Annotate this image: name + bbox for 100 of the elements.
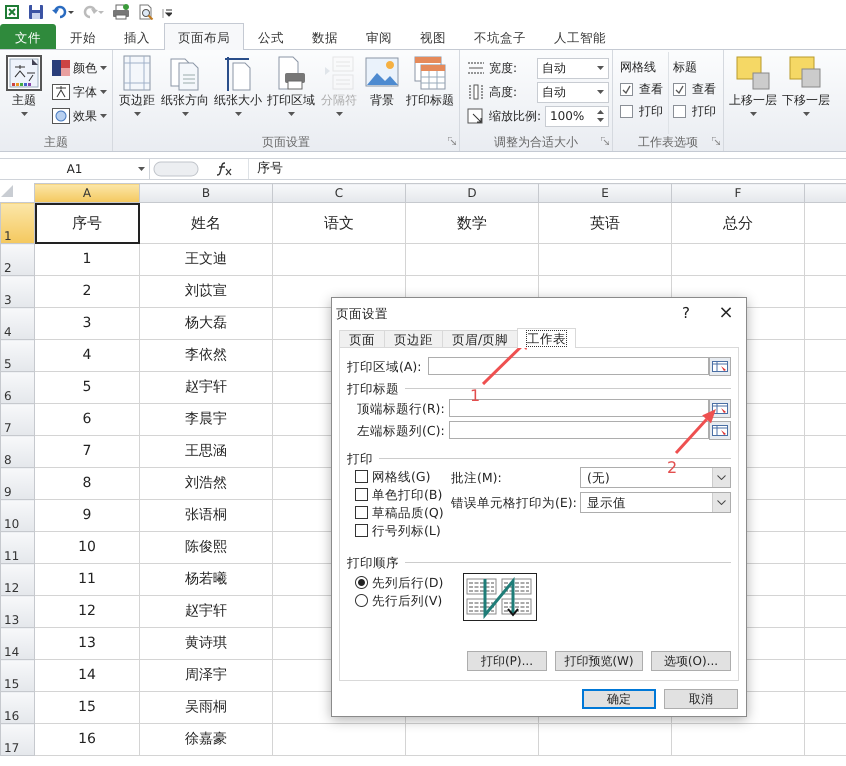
checkbox[interactable] [355, 506, 368, 518]
caret-icon[interactable] [100, 90, 107, 94]
ribbon-button[interactable]: 背景 [361, 52, 403, 134]
column-header[interactable]: A [34, 184, 140, 202]
column-header[interactable]: F [672, 184, 804, 202]
caret-icon[interactable] [802, 112, 810, 116]
row-header[interactable]: 1 [0, 202, 34, 244]
ribbon-button[interactable]: 页边距 [116, 52, 158, 134]
spinner-field[interactable]: 100% [545, 106, 610, 126]
caret-icon[interactable] [750, 112, 756, 116]
row-header[interactable]: 15 [0, 660, 34, 692]
dialog-tab[interactable]: 页边距 [384, 330, 443, 348]
ribbon-button[interactable]: 下移一层 [780, 52, 832, 134]
ribbon-tab[interactable]: 文件 [0, 24, 56, 49]
column-header[interactable]: D [406, 184, 538, 202]
input-field[interactable] [428, 357, 709, 375]
ribbon-tab[interactable]: 插入 [110, 24, 164, 49]
dropdown-field[interactable]: 显示值 [580, 492, 731, 513]
caret-icon[interactable] [100, 66, 107, 70]
row-header[interactable]: 5 [0, 340, 34, 372]
ribbon-tab[interactable]: 视图 [406, 24, 460, 49]
caret-icon[interactable] [288, 112, 294, 116]
range-select-button[interactable] [709, 356, 731, 376]
row-header[interactable]: 7 [0, 404, 34, 436]
formula-input[interactable]: 序号 [248, 159, 846, 179]
dialog-button[interactable]: 选项(O)... [651, 651, 731, 671]
ribbon-tab[interactable]: 开始 [56, 24, 110, 49]
row-header[interactable]: 6 [0, 372, 34, 404]
input-field[interactable] [449, 399, 709, 417]
caret-icon[interactable] [597, 66, 604, 70]
ribbon-button[interactable]: 上移一层 [727, 52, 779, 134]
ribbon-tab[interactable]: 页面布局 [164, 23, 244, 50]
caret-icon[interactable] [138, 167, 145, 171]
name-box[interactable]: A1 [0, 159, 150, 179]
caret-icon[interactable] [234, 112, 242, 116]
column-header[interactable]: E [538, 184, 672, 202]
caret-icon[interactable] [182, 112, 188, 116]
undo-icon[interactable] [52, 4, 74, 20]
dialog-tab[interactable]: 页面 [339, 330, 385, 348]
caret-icon[interactable] [717, 500, 726, 505]
ribbon-tab[interactable]: 不坑盒子 [460, 24, 540, 49]
checkbox-label: 打印 [692, 104, 716, 119]
ribbon-tab[interactable]: 审阅 [352, 24, 406, 49]
range-select-button[interactable] [709, 398, 731, 418]
dialog-button[interactable]: 打印(P)... [467, 651, 547, 671]
range-select-button[interactable] [709, 420, 731, 440]
ribbon-button[interactable]: 字体 [50, 80, 109, 104]
checkbox[interactable] [620, 82, 633, 96]
caret-icon[interactable] [597, 90, 604, 94]
ribbon-tab[interactable]: 数据 [298, 24, 352, 49]
caret-icon[interactable] [20, 112, 28, 116]
column-header[interactable]: C [272, 184, 406, 202]
row-header[interactable]: 12 [0, 564, 34, 596]
row-header[interactable]: 2 [0, 244, 34, 276]
ok-button[interactable]: 确定 [582, 689, 656, 709]
ribbon-button[interactable]: 效果 [50, 104, 109, 128]
print-preview-icon[interactable] [138, 4, 154, 20]
save-icon[interactable] [28, 4, 44, 20]
row-header[interactable]: 14 [0, 628, 34, 660]
radio-button[interactable] [355, 594, 368, 606]
cancel-button[interactable]: 取消 [664, 689, 738, 709]
row-header[interactable]: 3 [0, 276, 34, 308]
radio-button[interactable] [355, 576, 368, 588]
dropdown-field[interactable]: 自动 [537, 58, 609, 78]
ribbon-button[interactable]: 颜色 [50, 56, 109, 80]
checkbox[interactable] [673, 104, 686, 118]
dialog-tab[interactable]: 工作表 [517, 328, 576, 348]
ribbon-button[interactable]: 打印标题 [404, 52, 456, 134]
input-field[interactable] [449, 421, 709, 439]
spinner-arrows-icon[interactable] [597, 109, 604, 123]
checkbox[interactable] [620, 104, 633, 118]
row-header[interactable]: 10 [0, 500, 34, 532]
row-header[interactable]: 11 [0, 532, 34, 564]
caret-icon[interactable] [100, 114, 107, 118]
checkbox[interactable] [673, 82, 686, 96]
row-header[interactable]: 9 [0, 468, 34, 500]
dialog-tab[interactable]: 页眉/页脚 [442, 330, 518, 348]
printer-icon[interactable] [112, 4, 130, 20]
dropdown-field[interactable]: 自动 [537, 82, 609, 102]
dialog-button[interactable]: 打印预览(W) [555, 651, 643, 671]
ribbon-tab[interactable]: 公式 [244, 24, 298, 49]
row-header[interactable]: 17 [0, 724, 34, 756]
ribbon-tab[interactable]: 人工智能 [540, 24, 620, 49]
ribbon-button[interactable]: 纸张方向 [159, 52, 211, 134]
ribbon-button[interactable]: 主题 [3, 52, 45, 134]
ribbon-button[interactable]: 打印区域 [265, 52, 317, 134]
help-button[interactable]: ? [666, 304, 706, 322]
table-cell: 王文迪 [140, 244, 272, 276]
row-header[interactable]: 13 [0, 596, 34, 628]
row-header[interactable]: 8 [0, 436, 34, 468]
column-header[interactable]: B [140, 184, 272, 202]
checkbox[interactable] [355, 488, 368, 500]
row-header[interactable]: 4 [0, 308, 34, 340]
row-header[interactable]: 16 [0, 692, 34, 724]
close-button[interactable]: × [706, 302, 746, 324]
caret-icon[interactable] [134, 112, 140, 116]
checkbox[interactable] [355, 470, 368, 482]
checkbox[interactable] [355, 524, 368, 536]
caret-icon[interactable] [717, 475, 726, 480]
ribbon-button[interactable]: 纸张大小 [212, 52, 264, 134]
